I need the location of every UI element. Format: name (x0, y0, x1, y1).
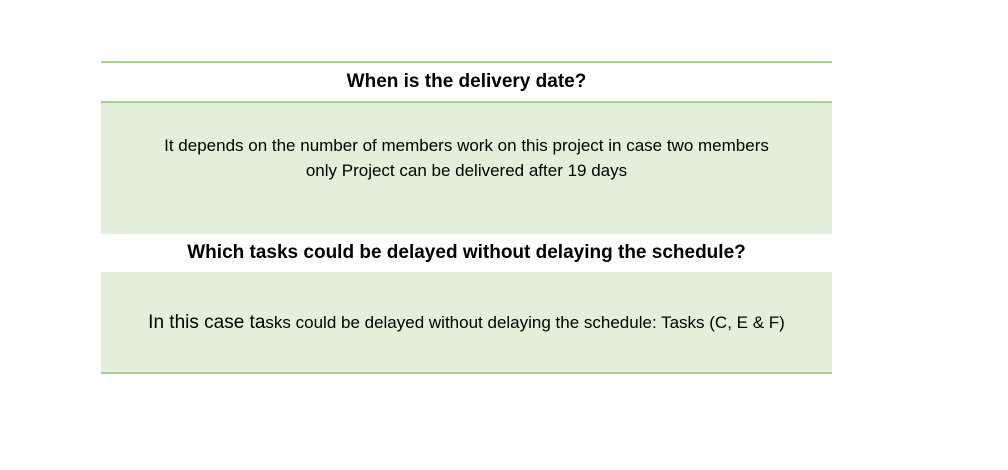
question-delivery-date: When is the delivery date? (101, 63, 832, 103)
answer-delivery-date-line1: It depends on the number of members work… (164, 136, 769, 155)
question-delivery-date-text: When is the delivery date? (346, 71, 587, 92)
answer-delivery-date: It depends on the number of members work… (101, 103, 832, 234)
qa-table: When is the delivery date? It depends on… (101, 61, 832, 374)
answer-delivery-date-line2: only Project can be delivered after 19 d… (305, 161, 628, 180)
question-delayable-tasks: Which tasks could be delayed without del… (101, 234, 832, 272)
answer-delayable-tasks: In this case tasks could be delayed with… (101, 272, 832, 372)
question-delayable-tasks-text: Which tasks could be delayed without del… (187, 242, 746, 263)
answer-delayable-tasks-lead: In this case ta (148, 311, 266, 333)
answer-delayable-tasks-rest: sks could be delayed without delaying th… (265, 312, 785, 332)
answer-delayable-tasks-text: In this case tasks could be delayed with… (148, 310, 785, 335)
answer-delivery-date-text: It depends on the number of members work… (164, 133, 769, 183)
